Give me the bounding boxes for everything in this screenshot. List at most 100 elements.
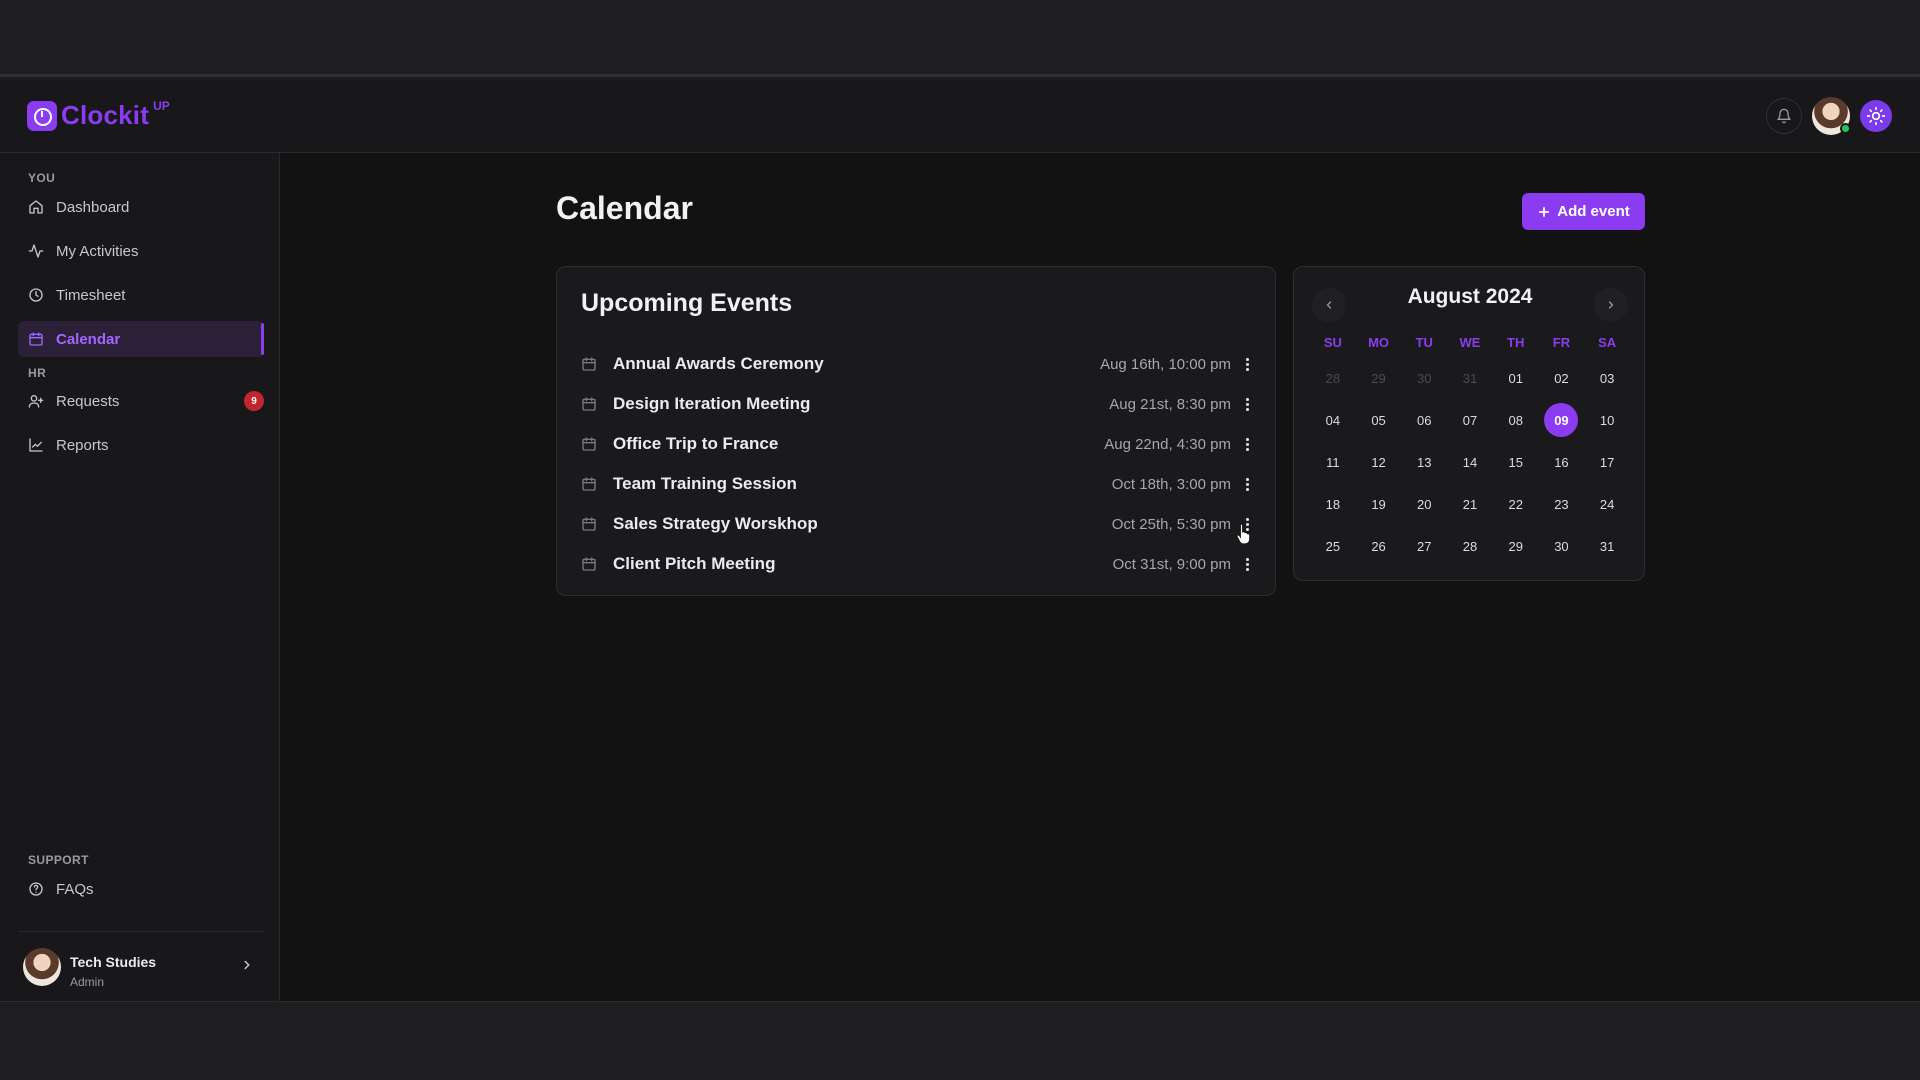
sidebar-item-reports[interactable]: Reports — [18, 427, 264, 463]
event-name: Sales Strategy Worskhop — [613, 514, 818, 533]
calendar-day[interactable]: 19 — [1356, 483, 1402, 525]
calendar-day[interactable]: 20 — [1401, 483, 1447, 525]
calendar-day[interactable]: 14 — [1447, 441, 1493, 483]
calendar-day[interactable]: 29 — [1356, 357, 1402, 399]
more-options-icon[interactable] — [1239, 554, 1255, 574]
more-options-icon[interactable] — [1239, 474, 1255, 494]
event-date: Aug 21st, 8:30 pm — [1109, 395, 1231, 413]
weekday-header: SA — [1598, 334, 1617, 350]
calendar-day[interactable]: 26 — [1356, 525, 1402, 567]
calendar-day-number: 02 — [1554, 370, 1569, 386]
event-row[interactable]: Sales Strategy Worskhop Oct 25th, 5:30 pm — [581, 504, 1255, 544]
notifications-button[interactable] — [1766, 98, 1802, 134]
sidebar-item-label: Requests — [56, 392, 120, 410]
sidebar-item-my-activities[interactable]: My Activities — [18, 233, 264, 269]
calendar-day[interactable]: 29 — [1493, 525, 1539, 567]
calendar-day[interactable]: 07 — [1447, 399, 1493, 441]
sidebar-item-label: Timesheet — [56, 286, 126, 304]
calendar-day-number: 21 — [1462, 496, 1478, 512]
user-plus-icon — [28, 395, 44, 408]
calendar-day[interactable]: 06 — [1401, 399, 1447, 441]
chevron-right-icon — [1608, 301, 1614, 309]
calendar-day[interactable]: 31 — [1447, 357, 1493, 399]
calendar-day[interactable]: 10 — [1584, 399, 1630, 441]
calendar-day[interactable]: 18 — [1310, 483, 1356, 525]
user-profile-card[interactable]: Tech Studies Admin — [18, 931, 264, 991]
calendar-day[interactable]: 23 — [1539, 483, 1585, 525]
weekday-header: TU — [1415, 334, 1433, 350]
bell-icon — [1777, 108, 1791, 124]
calendar-day[interactable]: 31 — [1584, 525, 1630, 567]
logo-text: Clockit — [61, 100, 150, 130]
sidebar-item-requests[interactable]: Requests 9 — [18, 383, 264, 419]
calendar-day-number: 16 — [1554, 454, 1569, 470]
chevron-right-icon[interactable] — [240, 958, 254, 972]
clock-logo-icon — [27, 100, 57, 131]
calendar-day[interactable]: 05 — [1356, 399, 1402, 441]
clock-icon — [29, 288, 43, 302]
calendar-day[interactable]: 15 — [1493, 441, 1539, 483]
calendar-day[interactable]: 03 — [1584, 357, 1630, 399]
calendar-icon — [582, 517, 596, 531]
calendar-day-number: 17 — [1599, 454, 1615, 470]
calendar-day[interactable]: 08 — [1493, 399, 1539, 441]
calendar-day[interactable]: 04 — [1310, 399, 1356, 441]
more-options-icon[interactable] — [1239, 434, 1255, 454]
calendar-day[interactable]: 02 — [1539, 357, 1585, 399]
calendar-day[interactable]: 17 — [1584, 441, 1630, 483]
event-date: Aug 22nd, 4:30 pm — [1104, 435, 1231, 453]
plus-icon — [1539, 206, 1550, 217]
calendar-day[interactable]: 21 — [1447, 483, 1493, 525]
more-options-icon[interactable] — [1239, 394, 1255, 414]
calendar-day[interactable]: 01 — [1493, 357, 1539, 399]
top-browser-strip — [0, 0, 1920, 77]
calendar-day[interactable]: 13 — [1401, 441, 1447, 483]
calendar-day-number: 29 — [1371, 370, 1386, 386]
add-event-button[interactable]: Add event — [1522, 193, 1645, 230]
calendar-day[interactable]: 22 — [1493, 483, 1539, 525]
calendar-day-number: 30 — [1417, 370, 1432, 386]
calendar-icon — [582, 437, 596, 451]
event-row[interactable]: Office Trip to France Aug 22nd, 4:30 pm — [581, 424, 1255, 464]
calendar-day[interactable]: 28 — [1310, 357, 1356, 399]
event-date: Oct 31st, 9:00 pm — [1112, 555, 1231, 573]
next-month-button[interactable] — [1594, 288, 1628, 322]
home-icon — [29, 200, 43, 214]
calendar-day-number: 31 — [1462, 370, 1478, 386]
sidebar-item-calendar[interactable]: Calendar — [18, 321, 264, 357]
logo[interactable]: Clockit UP — [27, 99, 170, 131]
top-header: Clockit UP — [0, 80, 1920, 153]
profile-avatar[interactable] — [1812, 97, 1851, 135]
calendar-day-number: 24 — [1599, 496, 1615, 512]
calendar-day[interactable]: 12 — [1356, 441, 1402, 483]
weekday-header: WE — [1459, 334, 1481, 350]
calendar-day[interactable]: 30 — [1401, 357, 1447, 399]
sidebar-item-dashboard[interactable]: Dashboard — [18, 189, 264, 225]
calendar-day-number: 25 — [1325, 538, 1341, 554]
theme-toggle-button[interactable] — [1860, 100, 1892, 132]
event-row[interactable]: Annual Awards Ceremony Aug 16th, 10:00 pm — [581, 344, 1255, 384]
calendar-day-selected[interactable]: 09 — [1539, 399, 1585, 441]
calendar-day[interactable]: 16 — [1539, 441, 1585, 483]
calendar-day[interactable]: 27 — [1401, 525, 1447, 567]
calendar-day[interactable]: 24 — [1584, 483, 1630, 525]
event-date: Oct 18th, 3:00 pm — [1111, 475, 1231, 493]
event-row[interactable]: Design Iteration Meeting Aug 21st, 8:30 p… — [581, 384, 1255, 424]
calendar-day[interactable]: 28 — [1447, 525, 1493, 567]
calendar-day[interactable]: 11 — [1310, 441, 1356, 483]
user-name: Tech Studies — [70, 954, 157, 970]
activity-icon — [28, 244, 44, 258]
weekday-header: MO — [1368, 334, 1390, 350]
more-options-icon[interactable] — [1239, 354, 1255, 374]
event-row[interactable]: Team Training Session Oct 18th, 3:00 pm — [581, 464, 1255, 504]
calendar-day[interactable]: 30 — [1539, 525, 1585, 567]
sidebar-item-label: My Activities — [56, 242, 139, 260]
sidebar-item-timesheet[interactable]: Timesheet — [18, 277, 264, 313]
calendar-day[interactable]: 25 — [1310, 525, 1356, 567]
calendar-day-number: 10 — [1599, 412, 1615, 428]
sidebar-item-faqs[interactable]: FAQs — [18, 871, 264, 907]
mini-calendar: August 2024 SU MO TU WE TH FR SA 28 29 30 31 01 02 03… — [1293, 266, 1645, 581]
event-row[interactable]: Client Pitch Meeting Oct 31st, 9:00 pm — [581, 544, 1255, 584]
event-date: Aug 16th, 10:00 pm — [1100, 355, 1231, 373]
calendar-day-number: 27 — [1417, 538, 1432, 554]
